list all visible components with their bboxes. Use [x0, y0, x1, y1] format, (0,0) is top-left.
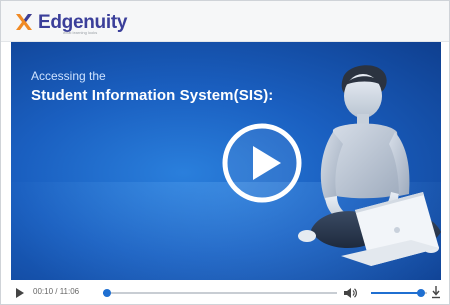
play-circle-icon[interactable]: [221, 122, 303, 204]
edgenuity-x-logo-icon: [16, 14, 32, 30]
video-title-line1: Accessing the: [31, 69, 106, 83]
volume-icon[interactable]: [343, 287, 357, 299]
time-display: 00:10 / 11:06: [33, 287, 80, 296]
progress-bar[interactable]: [102, 289, 337, 297]
brand-header: Edgenuity what learning looks: [1, 1, 449, 42]
play-icon[interactable]: [15, 288, 25, 298]
volume-fill: [371, 292, 422, 294]
video-frame[interactable]: Accessing the Student Information System…: [11, 42, 441, 280]
brand-tagline: what learning looks: [63, 30, 98, 35]
progress-handle[interactable]: [102, 289, 111, 297]
video-player: Edgenuity what learning looks Accessing …: [0, 0, 450, 305]
volume-handle[interactable]: [417, 289, 426, 297]
video-controls: 00:10 / 11:06: [11, 282, 441, 304]
video-title-line2: Student Information System(SIS):: [31, 87, 274, 104]
brand-name: Edgenuity: [38, 11, 128, 33]
student-with-laptop-illustration: [298, 65, 441, 266]
download-icon[interactable]: [431, 285, 441, 299]
volume-slider[interactable]: [371, 289, 427, 297]
